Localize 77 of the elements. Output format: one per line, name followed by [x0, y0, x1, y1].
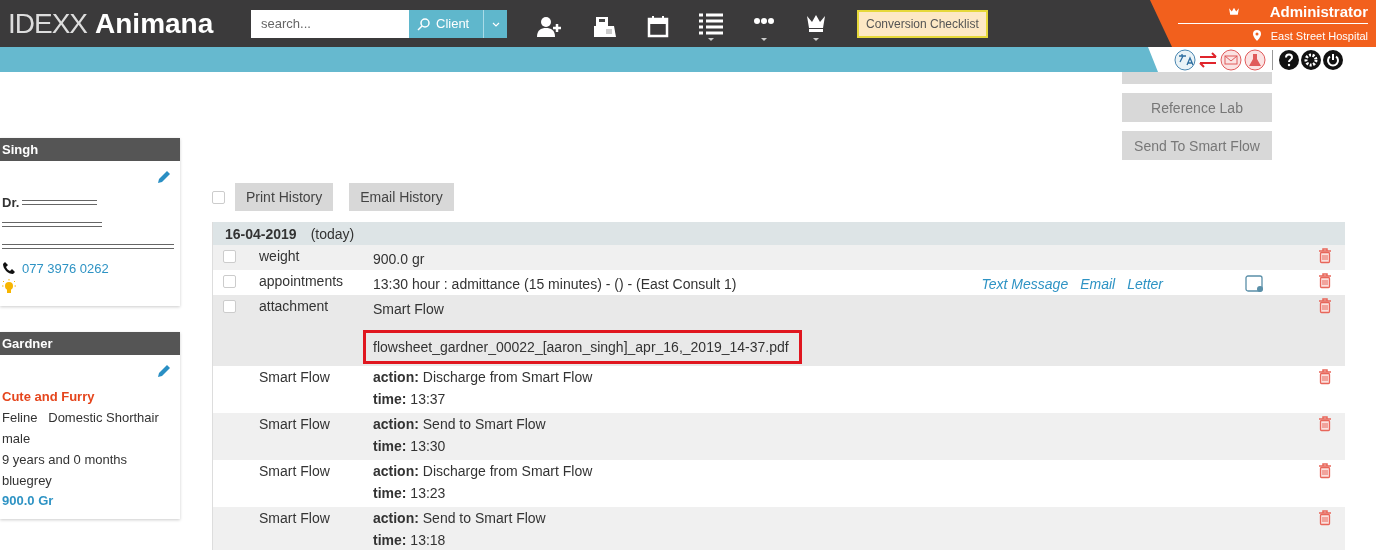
calendar-icon[interactable]	[647, 15, 669, 38]
side-action-button[interactable]: Reference Lab	[1122, 93, 1272, 122]
contact-link[interactable]: Letter	[1127, 273, 1163, 295]
card-title: Gardner	[0, 332, 180, 355]
add-person-icon[interactable]	[537, 15, 563, 38]
entry-type: attachment	[259, 298, 329, 314]
patient-detail: male	[2, 430, 32, 448]
checkbox[interactable]	[222, 250, 236, 263]
location-name[interactable]: East Street Hospital	[1270, 29, 1368, 42]
mail-icon[interactable]	[1220, 48, 1242, 71]
history-button[interactable]: Email History	[349, 183, 454, 211]
dropdown-button[interactable]	[483, 9, 507, 38]
checkbox[interactable]	[212, 190, 225, 204]
power-icon[interactable]	[1323, 49, 1343, 70]
flow-action: action: Send to Smart Flow	[373, 509, 547, 528]
flow-action: action: Send to Smart Flow	[373, 415, 547, 434]
user-name[interactable]: Administrator	[1269, 3, 1368, 20]
patient-weight: 900.0 Gr	[2, 492, 55, 510]
trash-icon[interactable]	[1318, 298, 1332, 314]
edit-pencil-icon[interactable]	[156, 169, 172, 185]
crown-icon	[1227, 6, 1240, 17]
trash-icon[interactable]	[1318, 463, 1332, 479]
flask-icon[interactable]	[1244, 48, 1266, 71]
entry-type: weight	[259, 248, 300, 264]
help-icon[interactable]	[1279, 49, 1299, 70]
history-button[interactable]: Print History	[235, 183, 334, 211]
date-note: (today)	[310, 225, 355, 242]
client-name-prefix: Dr.	[2, 194, 20, 210]
attachment-file-link[interactable]: flowsheet_gardner_00022_[aaron_singh]_apr_16,_2019_14-37.pdf	[363, 330, 802, 364]
entry-type: Smart Flow	[259, 463, 330, 479]
entry-value: 900.0 gr	[373, 250, 425, 269]
caret-icon	[491, 22, 500, 28]
client-search-button[interactable]: Client	[409, 9, 483, 38]
list-menu-icon[interactable]	[699, 11, 723, 42]
entry-type: Smart Flow	[259, 369, 330, 385]
entry-type: Smart Flow	[259, 416, 330, 432]
edit-pencil-icon[interactable]	[156, 363, 172, 379]
phone-link[interactable]: 077 3976 0262	[22, 260, 109, 276]
patient-detail: Feline Domestic Shorthair	[2, 409, 160, 427]
conversion-checklist-button[interactable]: Conversion Checklist	[857, 9, 988, 38]
flow-action: action: Discharge from Smart Flow	[373, 368, 594, 387]
phone-icon	[2, 261, 16, 275]
trash-icon[interactable]	[1318, 248, 1332, 264]
entry-type: Smart Flow	[259, 510, 330, 526]
flow-time: time: 13:23	[373, 484, 447, 503]
flow-action: action: Discharge from Smart Flow	[373, 462, 594, 481]
location-pin-icon	[1252, 30, 1261, 41]
lightbulb-icon	[2, 279, 16, 295]
patient-detail: 9 years and 0 months	[2, 451, 129, 469]
checkbox[interactable]	[222, 300, 236, 313]
patient-detail: bluegrey	[2, 472, 53, 490]
contact-link[interactable]: Email	[1080, 273, 1116, 295]
translate-icon[interactable]	[1174, 48, 1196, 71]
card-title: Singh	[0, 138, 180, 161]
checkbox[interactable]	[222, 275, 236, 288]
logo-text: Animana	[95, 7, 214, 40]
entry-value: Smart Flow	[373, 300, 444, 319]
date-text: 16-04-2019	[225, 225, 297, 242]
side-action-button[interactable]: Send To Smart Flow	[1122, 131, 1272, 160]
trash-icon[interactable]	[1318, 369, 1332, 385]
cash-register-icon[interactable]	[593, 15, 617, 38]
trash-icon[interactable]	[1318, 416, 1332, 432]
swap-arrows-icon[interactable]	[1198, 51, 1218, 68]
document-view-icon[interactable]	[1245, 275, 1265, 293]
flow-time: time: 13:37	[373, 390, 447, 409]
search-icon	[417, 16, 431, 31]
flow-time: time: 13:30	[373, 437, 447, 456]
logo-text: IDEXX	[8, 7, 88, 40]
trash-icon[interactable]	[1318, 510, 1332, 526]
search-field[interactable]: search...	[251, 9, 409, 38]
contact-link[interactable]: Text Message	[981, 273, 1069, 295]
alert-text: Cute and Furry	[2, 388, 96, 406]
settings-icon[interactable]	[1301, 49, 1321, 70]
flow-time: time: 13:18	[373, 531, 447, 550]
entry-type: appointments	[259, 273, 344, 289]
entry-value: 13:30 hour : admittance (15 minutes) - () - (East Consult 1)	[373, 275, 737, 294]
trash-icon[interactable]	[1318, 273, 1332, 289]
